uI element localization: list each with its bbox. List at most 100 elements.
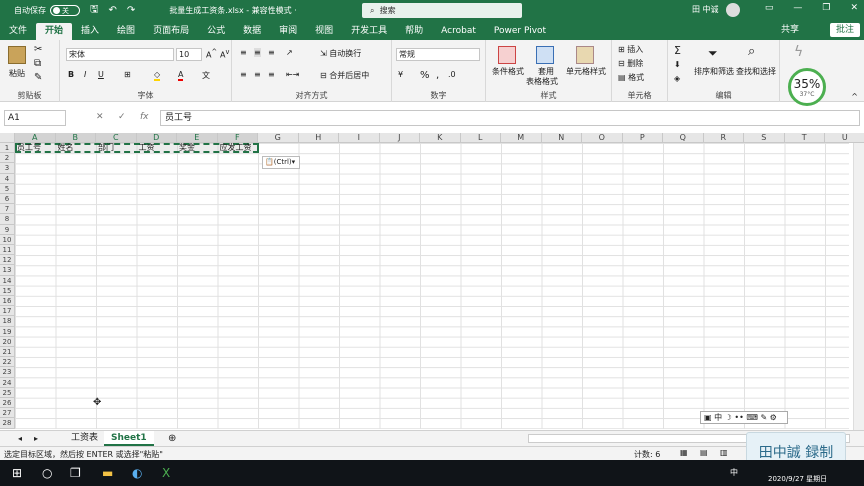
row-header[interactable]: 6 [0,194,15,205]
cell-styles-button[interactable]: 单元格样式 [566,66,606,77]
row-header[interactable]: 21 [0,347,15,358]
row-header[interactable]: 23 [0,367,15,378]
row-header[interactable]: 25 [0,387,15,398]
column-header[interactable]: I [339,133,380,143]
tray-ime[interactable]: 中 [730,467,738,478]
column-header[interactable]: S [744,133,785,143]
column-header[interactable]: L [460,133,501,143]
indent-icon[interactable]: ⇤⇥ [286,70,299,79]
row-header[interactable]: 27 [0,408,15,419]
row-header[interactable]: 16 [0,296,15,307]
font-name-combo[interactable]: 宋体 [66,48,174,61]
row-header[interactable]: 14 [0,275,15,286]
font-size-combo[interactable]: 10 [176,48,202,61]
column-header[interactable]: P [622,133,663,143]
align-center-icon[interactable]: ≡ [254,70,261,79]
column-header[interactable]: G [258,133,299,143]
enter-icon[interactable]: ✓ [118,112,126,122]
column-header[interactable]: J [379,133,420,143]
tab-11[interactable]: Acrobat [432,23,485,40]
phonetic-icon[interactable]: 文 [202,70,210,81]
percent-icon[interactable]: % [420,70,430,81]
cell-styles-icon[interactable] [576,46,594,64]
tab-10[interactable]: 帮助 [396,23,432,40]
tab-4[interactable]: 页面布局 [144,23,198,40]
sort-filter-icon[interactable]: ⏷ [708,46,718,61]
fill-color-icon[interactable]: ◇ [154,70,161,81]
tab-1[interactable]: 开始 [36,23,73,40]
tab-2[interactable]: 插入 [72,23,108,40]
tab-7[interactable]: 审阅 [270,23,306,40]
column-header[interactable]: N [541,133,582,143]
row-header[interactable]: 26 [0,398,15,409]
maximize-icon[interactable]: ❐ [822,3,830,13]
avatar[interactable] [726,3,740,17]
delete-button[interactable]: ⊟ 删除 [618,58,643,69]
format-painter-icon[interactable]: ✎ [34,72,42,83]
tab-0[interactable]: 文件 [0,23,36,40]
cancel-icon[interactable]: ✕ [96,112,104,122]
row-header[interactable]: 7 [0,204,15,215]
font-color-icon[interactable]: A [178,70,184,81]
sort-filter-button[interactable]: 排序和筛选 [694,66,734,77]
merge-center-button[interactable]: ⊟ 合并后居中 [320,70,369,81]
column-header[interactable]: T [784,133,825,143]
cell[interactable]: 工资 [137,143,178,153]
autosum-icon[interactable]: Σ [674,44,681,57]
paste-icon[interactable] [8,46,26,64]
cell[interactable]: 部门 [96,143,137,153]
row-header[interactable]: 13 [0,265,15,276]
normal-view-icon[interactable]: ▦ [680,448,688,457]
row-header[interactable]: 10 [0,234,15,245]
align-bottom-icon[interactable]: ≡ [268,48,275,57]
name-box[interactable]: A1 [4,110,66,126]
collapse-ribbon-icon[interactable]: ^ [851,92,858,101]
row-header[interactable]: 5 [0,183,15,194]
tab-5[interactable]: 公式 [198,23,234,40]
column-header[interactable]: A [15,133,56,143]
clear-icon[interactable]: ◈ [674,74,680,83]
paste-button[interactable]: 粘贴 [9,68,25,79]
user-name[interactable]: 田 中诚 [692,4,719,15]
decrease-font-icon[interactable]: Av [220,48,229,60]
row-header[interactable]: 19 [0,326,15,337]
row-header[interactable]: 9 [0,224,15,235]
column-header[interactable]: K [420,133,461,143]
row-header[interactable]: 12 [0,255,15,266]
save-icon[interactable]: 🖫 [90,2,99,19]
column-header[interactable]: H [298,133,339,143]
cell[interactable]: 姓名 [56,143,97,153]
table-format-icon[interactable] [536,46,554,64]
page-break-icon[interactable]: ▥ [720,448,728,457]
align-top-icon[interactable]: ≡ [240,48,247,57]
vertical-scrollbar[interactable] [853,133,864,430]
conditional-format-icon[interactable] [498,46,516,64]
row-header[interactable]: 11 [0,245,15,256]
align-middle-icon[interactable]: ≡ [254,48,261,57]
cell[interactable]: 奖金 [177,143,218,153]
cut-icon[interactable]: ✂ [34,44,42,55]
file-explorer-icon[interactable]: ▬ [102,466,113,480]
orientation-icon[interactable]: ↗ [286,48,293,57]
search-box[interactable]: ⌕ 搜索 [362,3,522,18]
fx-icon[interactable]: fx [140,112,149,122]
wrap-text-button[interactable]: ⇲ 自动换行 [320,48,361,59]
ime-toolbar[interactable]: ▣ 中 ☽ •• ⌨ ✎ ⚙ [700,411,788,424]
column-header[interactable]: O [582,133,623,143]
row-header[interactable]: 20 [0,336,15,347]
border-icon[interactable]: ⊞ [124,70,131,79]
copy-icon[interactable]: ⧉ [34,58,41,69]
lightning-icon[interactable]: ϟ [794,44,803,60]
close-icon[interactable]: ✕ [850,3,858,13]
cell[interactable]: 员工号 [15,143,56,153]
sheet-tab-salary[interactable]: 工资表 [64,431,105,446]
row-header[interactable]: 8 [0,214,15,225]
insert-button[interactable]: ⊞ 插入 [618,44,643,55]
find-select-button[interactable]: 查找和选择 [736,66,776,77]
column-header[interactable]: D [136,133,177,143]
tab-9[interactable]: 开发工具 [342,23,396,40]
table-format-line2[interactable]: 表格格式 [526,76,558,87]
column-header[interactable]: R [703,133,744,143]
tab-6[interactable]: 数据 [234,23,270,40]
column-header[interactable]: M [501,133,542,143]
